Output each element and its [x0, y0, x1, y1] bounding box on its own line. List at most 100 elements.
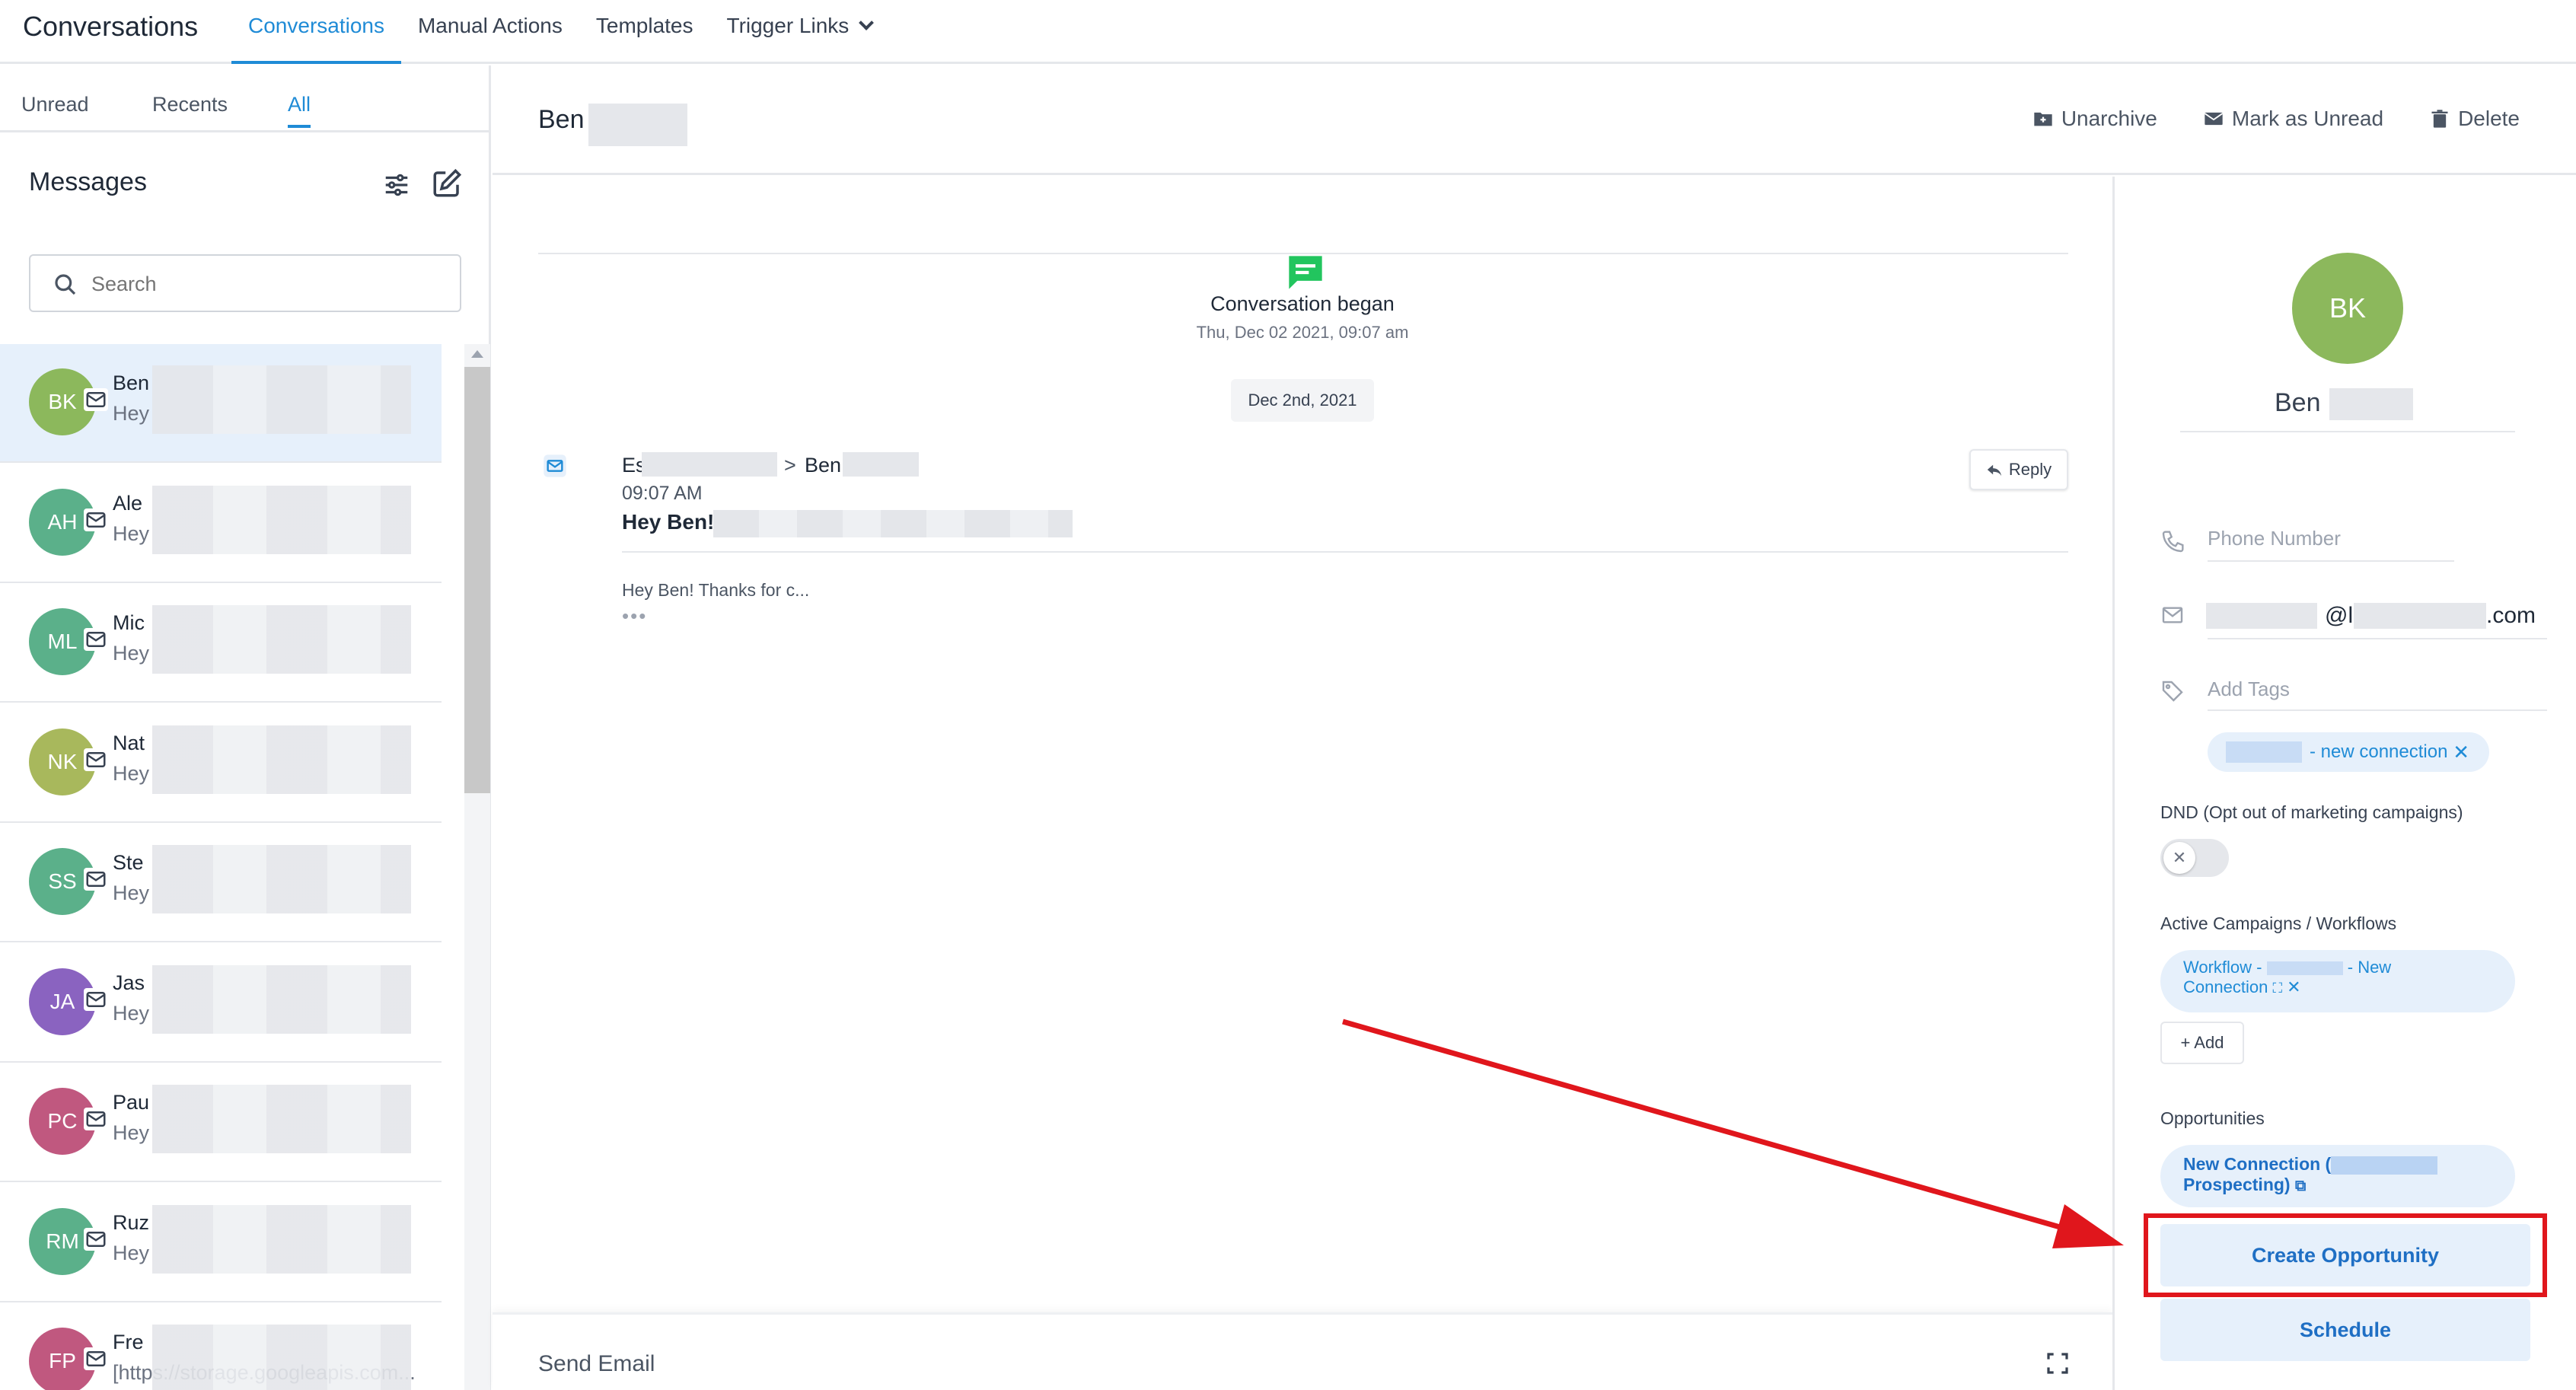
contact-row[interactable]: SS Ste Hey — [0, 824, 442, 942]
unarchive-button[interactable]: Unarchive — [2032, 107, 2157, 131]
contact-row[interactable]: NK Nat Hey — [0, 704, 442, 823]
opportunities-label: Opportunities — [2160, 1108, 2265, 1128]
search-box — [29, 254, 461, 312]
envelope-icon — [2204, 112, 2224, 126]
contact-row[interactable]: PC Pau Hey — [0, 1063, 442, 1182]
message-time: 09:07 AM — [622, 483, 703, 504]
remove-tag-icon[interactable]: ✕ — [2453, 732, 2469, 772]
add-campaign-button[interactable]: + Add — [2160, 1022, 2244, 1064]
nav-conversations[interactable]: Conversations — [231, 0, 401, 64]
email-underline — [2208, 638, 2547, 639]
nav-templates[interactable]: Templates — [579, 0, 710, 64]
remove-campaign-icon[interactable]: ✕ — [2287, 977, 2300, 996]
date-separator: Dec 2nd, 2021 — [1231, 379, 1374, 422]
header-contact-name: Ben — [538, 105, 585, 134]
nav-manual-actions[interactable]: Manual Actions — [401, 0, 579, 64]
tab-recents[interactable]: Recents — [152, 93, 228, 116]
contact-row[interactable]: FPFre[https://storage.googleapis.com... — [0, 1303, 442, 1390]
list-scrollbar[interactable] — [464, 344, 490, 1390]
contact-details-panel: BK Ben Phone Number @l .com Add Tags - n… — [2112, 177, 2576, 1390]
message-preview: Hey — [113, 402, 150, 425]
contact-row[interactable]: RM Ruz Hey — [0, 1184, 442, 1302]
messages-title: Messages — [29, 167, 147, 196]
expand-icon[interactable] — [2045, 1351, 2070, 1376]
redacted-opportunity — [2331, 1156, 2438, 1175]
campaign-chip[interactable]: Workflow - - New Connection ⛶ ✕ — [2160, 950, 2515, 1012]
tab-unread[interactable]: Unread — [21, 93, 89, 116]
phone-icon — [2162, 531, 2184, 553]
tag-label: - new connection — [2310, 741, 2448, 762]
contact-row[interactable]: BK Ben Hey — [0, 344, 442, 463]
redacted-content — [152, 485, 411, 554]
scroll-up-icon[interactable] — [471, 350, 483, 358]
email-icon — [544, 454, 566, 477]
message-preview: Hey — [113, 882, 150, 904]
envelope-icon — [84, 987, 108, 1011]
header-actions: Unarchive Mark as Unread Delete — [2032, 107, 2520, 131]
message-subject: Hey Ben! — [622, 510, 715, 534]
envelope-icon — [84, 388, 108, 411]
message-preview: Hey — [113, 1241, 150, 1264]
external-link-icon[interactable]: ⧉ — [2295, 1178, 2306, 1194]
reply-button[interactable]: Reply — [1969, 449, 2068, 490]
contact-name: Ruz — [113, 1210, 150, 1234]
redacted-content — [152, 1325, 411, 1390]
contact-name: Nat — [113, 731, 145, 754]
folder-plus-icon — [2034, 112, 2052, 126]
unarchive-label: Unarchive — [2061, 107, 2157, 130]
contact-row[interactable]: JA Jas Hey — [0, 944, 442, 1063]
add-tags-input[interactable]: Add Tags — [2208, 677, 2290, 701]
message-to: Ben — [805, 454, 842, 477]
redacted-content — [152, 1085, 411, 1153]
composer-label: Send Email — [538, 1351, 655, 1376]
nav-trigger-links[interactable]: Trigger Links — [710, 0, 889, 64]
message-preview: Hey — [113, 761, 150, 785]
envelope-icon — [84, 1108, 108, 1130]
opportunity-chip[interactable]: New Connection ( Prospecting) ⧉ — [2160, 1145, 2515, 1207]
redacted-content — [152, 365, 411, 434]
composer-bar[interactable]: Send Email — [493, 1312, 2112, 1390]
mark-unread-button[interactable]: Mark as Unread — [2203, 107, 2383, 131]
message-separator — [622, 551, 2068, 553]
message-body: Hey Ben! Thanks for c... — [622, 580, 810, 600]
schedule-button[interactable]: Schedule — [2160, 1299, 2530, 1361]
delete-button[interactable]: Delete — [2429, 107, 2520, 131]
envelope-outline-icon — [2162, 607, 2183, 623]
scroll-thumb[interactable] — [464, 367, 490, 793]
search-icon — [55, 274, 76, 295]
contact-avatar: BK — [2292, 253, 2403, 364]
search-input[interactable] — [91, 268, 442, 300]
create-opportunity-button[interactable]: Create Opportunity — [2160, 1224, 2530, 1286]
reply-label: Reply — [2008, 460, 2052, 479]
contact-name: Ale — [113, 491, 143, 515]
contact-row[interactable]: AH Ale Hey — [0, 464, 442, 583]
expand-message-button[interactable]: ••• — [622, 604, 647, 628]
redacted-tag-prefix — [2226, 741, 2302, 763]
compose-icon[interactable] — [431, 167, 463, 199]
envelope-icon — [84, 508, 108, 531]
redacted-name — [588, 104, 687, 146]
list-tabs: Unread Recents All — [0, 65, 491, 132]
conversation-list-panel: Unread Recents All Messages BKBenHeyAHAl… — [0, 65, 491, 1390]
phone-underline — [2208, 560, 2454, 562]
chevron-down-icon — [859, 15, 875, 30]
conversation-began-time: Thu, Dec 02 2021, 09:07 am — [1196, 323, 1409, 342]
redacted-content — [152, 845, 411, 913]
filter-icon[interactable] — [381, 171, 413, 199]
nav-trigger-links-label: Trigger Links — [726, 14, 850, 37]
tab-all[interactable]: All — [288, 93, 311, 116]
envelope-icon — [84, 1227, 108, 1251]
message-preview: Hey — [113, 642, 150, 665]
envelope-icon — [84, 868, 108, 891]
redacted-email-domain — [2354, 603, 2486, 629]
phone-input[interactable]: Phone Number — [2208, 527, 2341, 550]
redacted-content — [152, 725, 411, 794]
toggle-off-icon: ✕ — [2163, 842, 2195, 874]
contact-row[interactable]: ML Mic Hey — [0, 584, 442, 703]
contact-list: BK Ben Hey AH Ale Hey ML Mic Hey NK Nat Hey SS Ste Hey… — [0, 344, 466, 1390]
contact-name: Fre — [113, 1331, 144, 1353]
contact-name: Mic — [113, 611, 145, 634]
campaign-prefix: Workflow - — [2183, 958, 2262, 977]
dnd-toggle[interactable]: ✕ — [2160, 839, 2229, 877]
top-nav: Conversations Manual Actions Templates T… — [231, 0, 888, 64]
